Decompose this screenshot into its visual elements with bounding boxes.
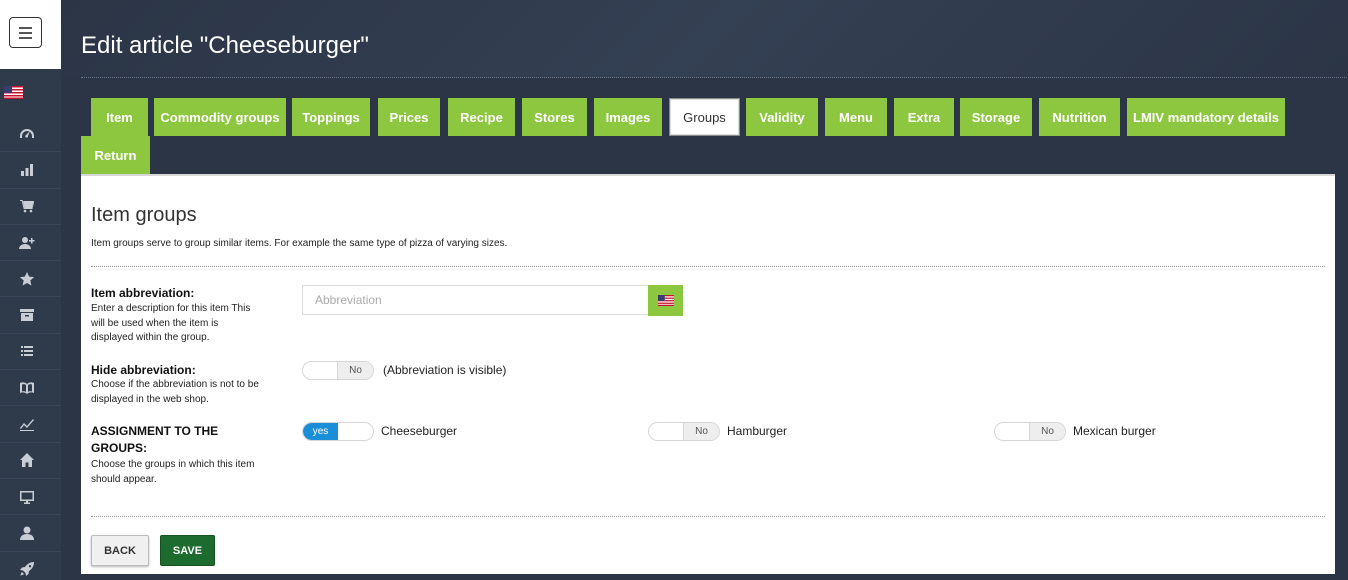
star-icon[interactable]	[0, 261, 61, 298]
tab-lmiv-mandatory-details[interactable]: LMIV mandatory details	[1127, 98, 1285, 136]
tab-nutrition[interactable]: Nutrition	[1039, 98, 1120, 136]
tab-item[interactable]: Item	[91, 98, 148, 136]
tab-groups[interactable]: Groups	[669, 98, 740, 136]
hide-abbreviation-toggle[interactable]: No	[302, 361, 374, 380]
toggle-yes-label: yes	[303, 423, 338, 440]
toggle-no-label: No	[337, 362, 373, 379]
tab-validity[interactable]: Validity	[746, 98, 818, 136]
list-icon[interactable]	[0, 334, 61, 371]
abbreviation-help: Enter a description for this item This w…	[91, 303, 251, 343]
page-header: Edit article "Cheeseburger"	[61, 0, 1348, 78]
assignment-help: Choose the groups in which this item sho…	[91, 459, 255, 485]
tab-prices[interactable]: Prices	[378, 98, 440, 136]
hamburger-menu-icon[interactable]	[9, 17, 42, 48]
divider	[91, 266, 1325, 267]
us-flag-icon	[657, 295, 674, 306]
tab-return[interactable]: Return	[81, 136, 150, 174]
archive-icon[interactable]	[0, 297, 61, 334]
tab-stores[interactable]: Stores	[522, 98, 587, 136]
tab-commodity-groups[interactable]: Commodity groups	[154, 98, 286, 136]
rocket-icon[interactable]	[0, 552, 61, 580]
toggle-no-label: No	[683, 423, 719, 440]
group-name-cheeseburger: Cheeseburger	[381, 424, 458, 438]
group-name-hamburger: Hamburger	[727, 424, 788, 438]
toggle-no-label: No	[1029, 423, 1065, 440]
hide-abbreviation-help: Choose if the abbreviation is not to be …	[91, 379, 259, 405]
group-name-mexican-burger: Mexican burger	[1073, 424, 1156, 438]
language-flag-button[interactable]	[648, 285, 683, 316]
tab-toppings[interactable]: Toppings	[292, 98, 370, 136]
group-toggle-cheeseburger[interactable]: yes	[302, 422, 374, 441]
assignment-label: ASSIGNMENT TO THE GROUPS:	[91, 424, 219, 455]
group-toggle-hamburger[interactable]: No	[648, 422, 720, 441]
tab-storage[interactable]: Storage	[960, 98, 1032, 136]
home-icon[interactable]	[0, 443, 61, 479]
add-user-icon[interactable]	[0, 225, 61, 262]
section-description: Item groups serve to group similar items…	[91, 238, 508, 249]
save-button[interactable]: SAVE	[160, 535, 215, 566]
monitor-icon[interactable]	[0, 479, 61, 516]
tab-images[interactable]: Images	[594, 98, 662, 136]
group-toggle-mexican-burger[interactable]: No	[994, 422, 1066, 441]
section-title: Item groups	[91, 204, 197, 226]
content-panel: Item groups Item groups serve to group s…	[81, 174, 1335, 574]
tab-extra[interactable]: Extra	[894, 98, 954, 136]
page-title: Edit article "Cheeseburger"	[81, 32, 369, 59]
hide-abbreviation-label: Hide abbreviation:	[91, 363, 196, 377]
tab-menu[interactable]: Menu	[825, 98, 887, 136]
shopping-cart-icon[interactable]	[0, 189, 61, 225]
trend-chart-icon[interactable]	[0, 406, 61, 443]
abbreviation-label: Item abbreviation:	[91, 286, 195, 300]
menu-box	[0, 0, 61, 69]
sidebar	[0, 0, 61, 580]
dashboard-gauge-icon[interactable]	[0, 116, 61, 153]
divider	[91, 516, 1325, 517]
bar-chart-icon[interactable]	[0, 152, 61, 189]
tab-recipe[interactable]: Recipe	[448, 98, 515, 136]
user-icon[interactable]	[0, 515, 61, 552]
abbreviation-input[interactable]	[302, 285, 649, 315]
hide-abbreviation-status: (Abbreviation is visible)	[383, 363, 507, 377]
us-flag-icon[interactable]	[4, 86, 23, 99]
header-divider	[81, 77, 1348, 78]
book-icon[interactable]	[0, 370, 61, 407]
back-button[interactable]: BACK	[91, 535, 149, 566]
